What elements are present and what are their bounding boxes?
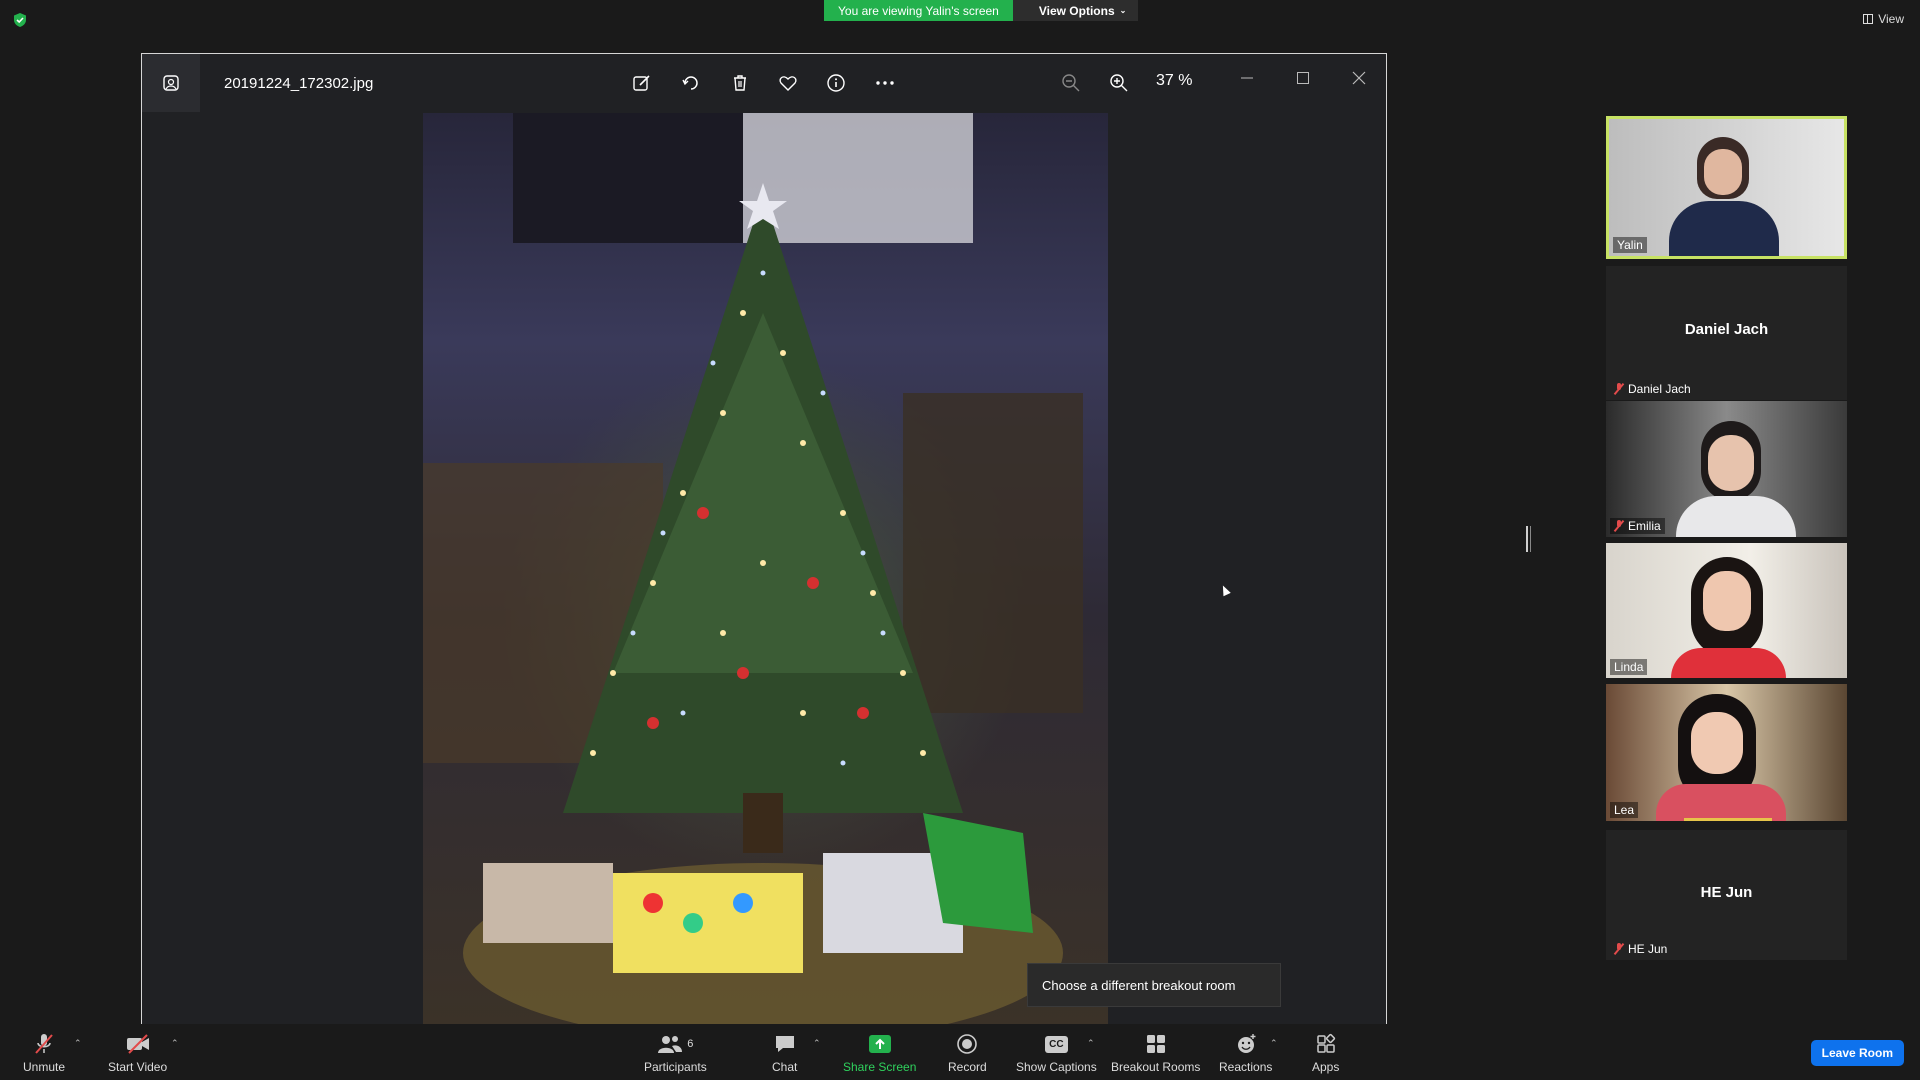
participant-body [1671,648,1786,678]
mic-muted-icon [1614,383,1624,395]
reactions-button[interactable]: Reactions [1219,1032,1272,1074]
gallery-view-icon [1863,14,1874,24]
rotate-icon[interactable] [679,71,703,95]
participants-label: Participants [644,1060,707,1074]
record-icon [956,1032,978,1056]
apps-button[interactable]: Apps [1312,1032,1339,1074]
close-icon[interactable] [1345,66,1373,90]
viewer-filename: 20191224_172302.jpg [224,74,374,92]
mic-muted-icon [1614,943,1624,955]
christmas-tree-photo [423,113,1108,1026]
reactions-options-caret-icon[interactable]: ⌃ [1270,1038,1278,1049]
captions-options-caret-icon[interactable]: ⌃ [1087,1038,1095,1049]
participant-body [1669,201,1779,256]
tile-name-lea: Lea [1610,802,1639,818]
leave-room-button[interactable]: Leave Room [1810,1040,1904,1066]
tile-name-emilia: Emilia [1610,518,1665,534]
trash-icon[interactable] [728,71,752,95]
captions-icon-text: CC [1045,1035,1068,1053]
panel-resize-handle[interactable] [1526,526,1531,552]
video-tile-linda[interactable]: Linda [1606,543,1847,678]
video-tile-he-jun[interactable]: HE Jun HE Jun [1606,830,1847,960]
breakout-room-tooltip: Choose a different breakout room [1027,963,1281,1007]
photo-viewer-window: 20191224_172302.jpg 37 % [141,53,1387,1026]
screen-share-banner: You are viewing Yalin's screen View Opti… [824,0,1139,21]
security-shield-icon[interactable] [12,12,28,28]
breakout-rooms-label: Breakout Rooms [1111,1060,1201,1074]
apps-icon [1315,1032,1337,1056]
video-options-caret-icon[interactable]: ⌃ [171,1038,179,1049]
share-screen-label: Share Screen [843,1060,917,1074]
zoom-level[interactable]: 37 % [1156,72,1192,90]
mic-off-icon [33,1032,55,1056]
christmas-tree-image [423,113,1083,1026]
edit-icon[interactable] [630,71,654,95]
video-tile-emilia[interactable]: Emilia [1606,401,1847,537]
meeting-toolbar: Unmute ⌃ Start Video ⌃ 6 Participants Ch… [0,1024,1920,1080]
breakout-rooms-button[interactable]: Breakout Rooms [1111,1032,1200,1074]
tile-name-daniel-jach: Daniel Jach [1610,381,1695,397]
tile-name-yalin: Yalin [1613,237,1647,253]
chat-button[interactable]: Chat [772,1032,797,1074]
speaking-indicator [1684,818,1772,821]
show-captions-label: Show Captions [1016,1060,1097,1074]
record-label: Record [948,1060,987,1074]
participant-body [1656,784,1786,821]
zoom-in-icon[interactable] [1107,71,1131,95]
photos-app-icon[interactable] [142,54,200,112]
viewer-titlebar: 20191224_172302.jpg [142,54,1386,112]
participants-button[interactable]: 6 Participants [644,1032,707,1074]
audio-options-caret-icon[interactable]: ⌃ [74,1038,82,1049]
view-options-label: View Options [1038,3,1115,18]
zoom-out-icon[interactable] [1059,71,1083,95]
mic-muted-icon [1614,520,1624,532]
more-icon[interactable] [873,71,897,95]
unmute-label: Unmute [23,1060,66,1074]
chevron-down-icon: ⌄ [1119,6,1127,15]
participants-icon: 6 [657,1032,693,1056]
show-captions-button[interactable]: CC Show Captions [1016,1032,1097,1074]
participant-face [1703,571,1751,631]
participant-face [1708,435,1754,491]
unmute-button[interactable]: Unmute [23,1032,65,1074]
participant-face [1691,712,1743,774]
apps-label: Apps [1312,1060,1340,1074]
breakout-rooms-icon [1145,1032,1167,1056]
start-video-label: Start Video [108,1060,168,1074]
view-button-label: View [1878,12,1904,26]
video-tile-lea[interactable]: Lea [1606,684,1847,821]
share-screen-button[interactable]: Share Screen [843,1032,916,1074]
video-tile-daniel-jach[interactable]: Daniel Jach Daniel Jach [1606,266,1847,400]
view-button[interactable]: View [1863,12,1904,26]
participant-face [1704,149,1742,195]
record-button[interactable]: Record [948,1032,987,1074]
info-icon[interactable] [824,71,848,95]
start-video-button[interactable]: Start Video [108,1032,167,1074]
chat-label: Chat [772,1060,798,1074]
viewing-screen-label: You are viewing Yalin's screen [824,0,1013,21]
heart-icon[interactable] [776,71,800,95]
view-options-button[interactable]: View Options ⌄ [1012,0,1139,21]
reactions-icon [1235,1032,1257,1056]
maximize-icon[interactable] [1289,66,1317,90]
minimize-icon[interactable] [1233,66,1261,90]
reactions-label: Reactions [1219,1060,1273,1074]
chat-options-caret-icon[interactable]: ⌃ [813,1038,821,1049]
video-tile-yalin[interactable]: Yalin [1606,116,1847,259]
tile-name-linda: Linda [1610,659,1648,675]
tile-center-name: HE Jun [1700,884,1753,901]
video-off-icon [125,1032,151,1056]
participants-count: 6 [687,1038,694,1050]
participant-body [1676,496,1796,537]
chat-icon [774,1032,796,1056]
captions-icon: CC [1045,1032,1068,1056]
share-screen-icon [868,1032,892,1056]
tile-center-name: Daniel Jach [1684,321,1769,338]
tile-name-he-jun: HE Jun [1610,941,1671,957]
